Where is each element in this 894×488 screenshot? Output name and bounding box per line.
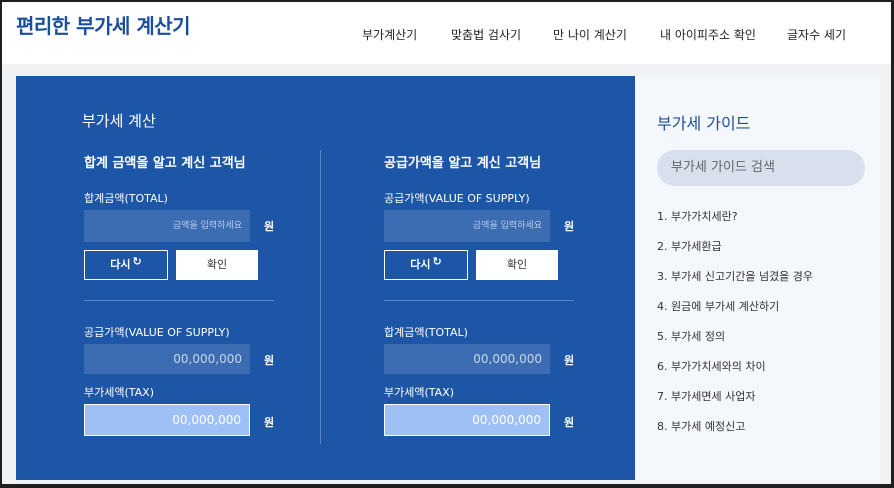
- guide-item[interactable]: 6. 부가가치세와의 차이: [657, 360, 813, 390]
- column-divider: [320, 150, 321, 444]
- supply-output-label: 공급가액(VALUE OF SUPPLY): [84, 326, 230, 339]
- total-known-column: 합계 금액을 알고 계신 고객님 합계금액(TOTAL) 원 다시↻ 확인 공급…: [84, 76, 284, 480]
- guide-search-input[interactable]: 부가세 가이드 검색: [657, 150, 865, 186]
- guide-item[interactable]: 1. 부가가치세란?: [657, 210, 813, 240]
- confirm-button[interactable]: 확인: [176, 250, 258, 280]
- won-unit: 원: [264, 354, 275, 367]
- nav-spell-checker[interactable]: 맞춤법 검사기: [451, 26, 521, 43]
- guide-item[interactable]: 8. 부가세 예정신고: [657, 420, 813, 450]
- supply-output: 00,000,000: [84, 344, 250, 374]
- won-unit: 원: [564, 354, 575, 367]
- section-divider: [84, 300, 274, 301]
- guide-item[interactable]: 5. 부가세 정의: [657, 330, 813, 360]
- guide-item[interactable]: 7. 부가세면세 사업자: [657, 390, 813, 420]
- nav-age-calculator[interactable]: 만 나이 계산기: [553, 26, 627, 43]
- total-known-subtitle: 합계 금액을 알고 계신 고객님: [84, 156, 246, 171]
- nav-char-count[interactable]: 글자수 세기: [787, 26, 846, 43]
- app-frame: 편리한 부가세 계산기 부가계산기 맞춤법 검사기 만 나이 계산기 내 아이피…: [2, 2, 891, 484]
- refresh-icon: ↻: [132, 255, 142, 268]
- won-unit: 원: [264, 220, 275, 233]
- total-input-label: 합계금액(TOTAL): [84, 192, 168, 205]
- tax-output-label: 부가세액(TAX): [84, 386, 154, 399]
- total-input[interactable]: [84, 210, 250, 242]
- total-output: 00,000,000: [384, 344, 550, 374]
- nav-vat-calculator[interactable]: 부가계산기: [362, 26, 417, 43]
- brand-title[interactable]: 편리한 부가세 계산기: [16, 10, 191, 39]
- section-divider: [384, 300, 574, 301]
- won-unit: 원: [564, 416, 575, 429]
- supply-input[interactable]: [384, 210, 550, 242]
- reset-button[interactable]: 다시 ↻: [84, 250, 168, 280]
- supply-known-subtitle: 공급가액을 알고 계신 고객님: [384, 156, 542, 171]
- nav-my-ip[interactable]: 내 아이피주소 확인: [660, 26, 756, 43]
- header: 편리한 부가세 계산기 부가계산기 맞춤법 검사기 만 나이 계산기 내 아이피…: [2, 2, 891, 62]
- supply-input-label: 공급가액(VALUE OF SUPPLY): [384, 192, 530, 205]
- refresh-icon: ↻: [432, 255, 442, 268]
- guide-title: 부가세 가이드: [657, 114, 751, 133]
- won-unit: 원: [264, 416, 275, 429]
- confirm-button[interactable]: 확인: [476, 250, 558, 280]
- guide-list: 1. 부가가치세란? 2. 부가세환급 3. 부가세 신고기간을 넘겼을 경우 …: [657, 210, 813, 450]
- tax-output: 00,000,000: [384, 404, 550, 436]
- total-output-label: 합계금액(TOTAL): [384, 326, 468, 339]
- reset-label: 다시: [110, 258, 131, 271]
- tax-output-label: 부가세액(TAX): [384, 386, 454, 399]
- tax-output: 00,000,000: [84, 404, 250, 436]
- vat-guide-panel: 부가세 가이드 부가세 가이드 검색 1. 부가가치세란? 2. 부가세환급 3…: [635, 76, 880, 480]
- guide-item[interactable]: 2. 부가세환급: [657, 240, 813, 270]
- won-unit: 원: [564, 220, 575, 233]
- supply-known-column: 공급가액을 알고 계신 고객님 공급가액(VALUE OF SUPPLY) 원 …: [384, 76, 584, 480]
- vat-calculator-panel: 부가세 계산 합계 금액을 알고 계신 고객님 합계금액(TOTAL) 원 다시…: [16, 76, 635, 480]
- reset-label: 다시: [410, 258, 431, 271]
- reset-button[interactable]: 다시 ↻: [384, 250, 468, 280]
- guide-item[interactable]: 4. 원금에 부가세 계산하기: [657, 300, 813, 330]
- guide-item[interactable]: 3. 부가세 신고기간을 넘겼을 경우: [657, 270, 813, 300]
